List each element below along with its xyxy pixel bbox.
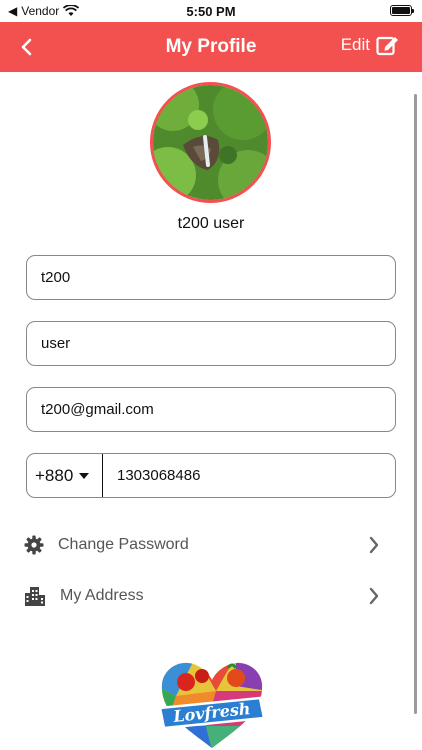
email-input[interactable] [41,401,395,418]
profile-display-name: t200 user [177,215,245,232]
country-code-value: +880 [35,465,74,485]
change-password-row[interactable]: Change Password [24,527,384,563]
phone-field: +880 [26,453,396,498]
gear-icon [24,535,44,555]
scrollbar[interactable] [414,94,417,714]
chevron-right-icon [369,587,379,605]
phone-input[interactable] [103,467,363,484]
building-icon [25,587,45,606]
my-address-row[interactable]: My Address [24,578,384,614]
edit-button[interactable]: Edit [341,34,400,56]
last-name-input[interactable] [41,335,395,352]
avatar[interactable] [150,82,271,203]
battery-icon [390,5,414,16]
status-time: 5:50 PM [186,4,236,19]
first-name-field[interactable] [26,255,396,300]
chevron-right-icon [369,536,379,554]
my-address-label: My Address [60,587,144,604]
email-field[interactable] [26,387,396,432]
last-name-field[interactable] [26,321,396,366]
change-password-label: Change Password [58,536,189,553]
profile-photo [153,85,268,200]
country-code-select[interactable]: +880 [27,454,103,497]
brand-logo: Lovfresh [156,656,268,750]
app-bar: My Profile Edit [0,22,422,72]
first-name-input[interactable] [41,269,395,286]
caret-down-icon [79,472,90,479]
edit-icon [376,36,398,56]
status-bar: ◀ Vendor 5:50 PM [0,0,422,22]
edit-label: Edit [340,35,370,54]
